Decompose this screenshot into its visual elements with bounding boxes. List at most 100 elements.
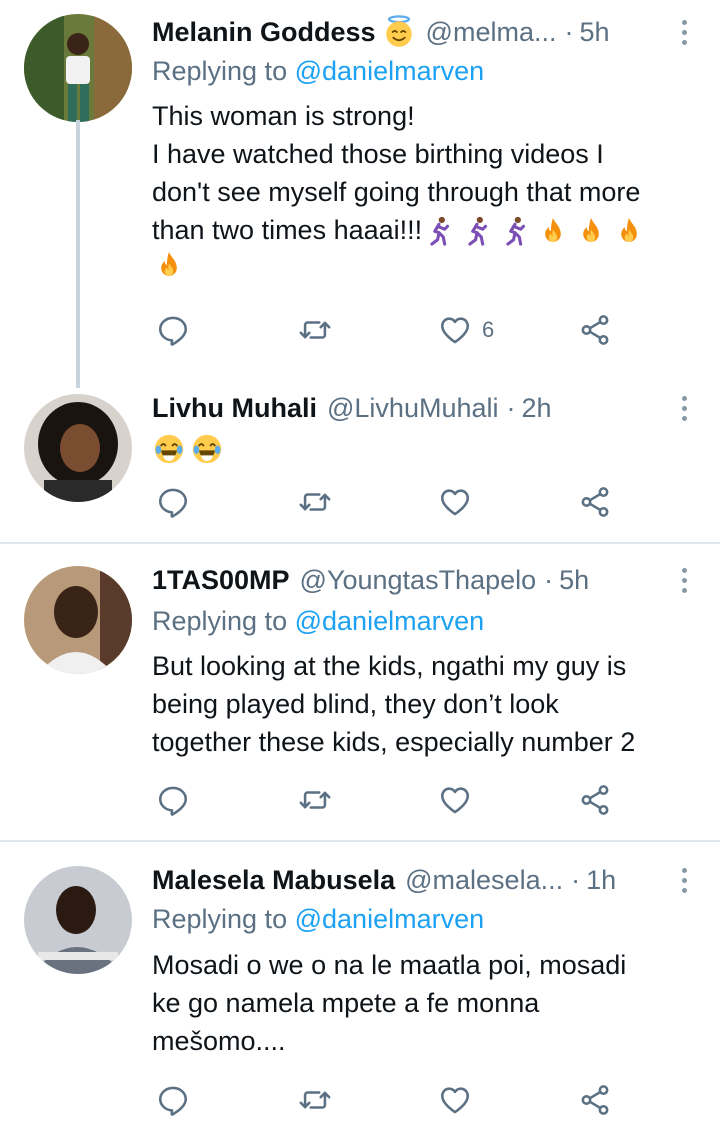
share-icon: [578, 783, 612, 817]
share-icon: [578, 1083, 612, 1117]
replying-to: Replying to @danielmarven: [152, 606, 484, 637]
avatar[interactable]: [24, 566, 132, 674]
reply-icon: [156, 783, 190, 817]
replying-prefix: Replying to: [152, 606, 288, 636]
retweet-button[interactable]: [298, 780, 332, 820]
retweet-button[interactable]: [298, 482, 332, 522]
like-icon: [438, 783, 472, 817]
display-name[interactable]: Livhu Muhali: [152, 393, 317, 424]
replying-prefix: Replying to: [152, 56, 288, 86]
timestamp[interactable]: 5h: [559, 565, 589, 596]
tweet-actions: [152, 482, 632, 522]
tweet-actions: 6: [152, 310, 632, 350]
user-handle[interactable]: @melma...: [426, 17, 557, 48]
avatar[interactable]: [24, 866, 132, 974]
text-line: mešomo....: [152, 1026, 286, 1056]
tweet-actions: [152, 780, 632, 820]
user-handle[interactable]: @LivhuMuhali: [327, 393, 499, 424]
display-name[interactable]: 1TAS00MP: [152, 565, 290, 596]
like-icon: [438, 1083, 472, 1117]
smiling-halo-emoji-icon: [382, 15, 416, 49]
retweet-icon: [298, 485, 332, 519]
tweet-header: 1TAS00MP @YoungtasThapelo · 5h: [152, 562, 696, 598]
text-line: being played blind, they don’t look: [152, 689, 559, 719]
replying-to: Replying to @danielmarven: [152, 56, 484, 87]
reply-tweet-3[interactable]: 1TAS00MP @YoungtasThapelo · 5h Replying …: [0, 544, 720, 840]
text-line: [152, 249, 702, 287]
more-options-icon[interactable]: [672, 14, 696, 50]
tears-of-joy-emoji-icon: [152, 432, 186, 466]
tweet-text: [152, 428, 702, 466]
replying-prefix: Replying to: [152, 904, 288, 934]
like-button[interactable]: [438, 1080, 472, 1120]
more-options-icon[interactable]: [672, 390, 696, 426]
reply-button[interactable]: [156, 780, 190, 820]
mention-link[interactable]: @danielmarven: [295, 56, 485, 86]
avatar[interactable]: [24, 394, 132, 502]
fire-emoji-icon: [612, 215, 646, 249]
running-woman-emoji-icon: [460, 215, 494, 249]
timestamp[interactable]: 5h: [579, 17, 609, 48]
text-line: don't see myself going through that more: [152, 177, 641, 207]
mention-link[interactable]: @danielmarven: [295, 606, 485, 636]
share-button[interactable]: [578, 1080, 612, 1120]
like-button[interactable]: [438, 482, 472, 522]
dot-separator: ·: [506, 392, 516, 423]
retweet-icon: [298, 783, 332, 817]
text-line: This woman is strong!: [152, 101, 415, 131]
retweet-icon: [298, 313, 332, 347]
share-button[interactable]: [578, 482, 612, 522]
display-name[interactable]: Malesela Mabusela: [152, 865, 395, 896]
text-line: Mosadi o we o na le maatla poi, mosadi: [152, 950, 627, 980]
tweet-header: Melanin Goddess @melma... · 5h: [152, 14, 696, 50]
user-handle[interactable]: @YoungtasThapelo: [300, 565, 537, 596]
more-options-icon[interactable]: [672, 862, 696, 898]
reply-button[interactable]: [156, 482, 190, 522]
reply-icon: [156, 1083, 190, 1117]
mention-link[interactable]: @danielmarven: [295, 904, 485, 934]
text-line: together these kids, especially number 2: [152, 727, 636, 757]
running-woman-emoji-icon: [498, 215, 532, 249]
retweet-icon: [298, 1083, 332, 1117]
text-line: than two times haaai!!!: [152, 211, 702, 249]
reply-tweet-1[interactable]: Melanin Goddess @melma... · 5h Replying …: [0, 0, 720, 390]
timestamp[interactable]: 2h: [522, 393, 552, 424]
thread-line: [76, 120, 80, 388]
tears-of-joy-emoji-icon: [190, 432, 224, 466]
tweet-actions: [152, 1080, 632, 1120]
like-button[interactable]: 6: [438, 310, 494, 350]
fire-emoji-icon: [536, 215, 570, 249]
running-woman-emoji-icon: [422, 215, 456, 249]
reply-button[interactable]: [156, 1080, 190, 1120]
tweet-text: But looking at the kids, ngathi my guy i…: [152, 647, 702, 761]
reply-icon: [156, 485, 190, 519]
share-button[interactable]: [578, 310, 612, 350]
tweet-text: Mosadi o we o na le maatla poi, mosadi k…: [152, 946, 702, 1060]
reply-tweet-2[interactable]: Livhu Muhali @LivhuMuhali · 2h: [0, 390, 720, 542]
text-line: But looking at the kids, ngathi my guy i…: [152, 651, 627, 681]
tweet-header: Malesela Mabusela @malesela... · 1h: [152, 862, 696, 898]
fire-emoji-icon: [574, 215, 608, 249]
text-line: I have watched those birthing videos I: [152, 139, 604, 169]
tweet-header: Livhu Muhali @LivhuMuhali · 2h: [152, 390, 696, 426]
replying-to: Replying to @danielmarven: [152, 904, 484, 935]
reply-tweet-4[interactable]: Malesela Mabusela @malesela... · 1h Repl…: [0, 842, 720, 1144]
user-handle[interactable]: @malesela...: [405, 865, 563, 896]
display-name[interactable]: Melanin Goddess: [152, 17, 376, 48]
more-options-icon[interactable]: [672, 562, 696, 598]
fire-emoji-icon: [152, 249, 186, 283]
retweet-button[interactable]: [298, 310, 332, 350]
reply-icon: [156, 313, 190, 347]
timestamp[interactable]: 1h: [586, 865, 616, 896]
like-button[interactable]: [438, 780, 472, 820]
avatar[interactable]: [24, 14, 132, 122]
share-icon: [578, 485, 612, 519]
like-icon: [438, 485, 472, 519]
share-icon: [578, 313, 612, 347]
tweet-text: This woman is strong! I have watched tho…: [152, 97, 702, 287]
like-count: 6: [482, 317, 495, 342]
share-button[interactable]: [578, 780, 612, 820]
reply-button[interactable]: [156, 310, 190, 350]
retweet-button[interactable]: [298, 1080, 332, 1120]
dot-separator: ·: [544, 564, 554, 595]
